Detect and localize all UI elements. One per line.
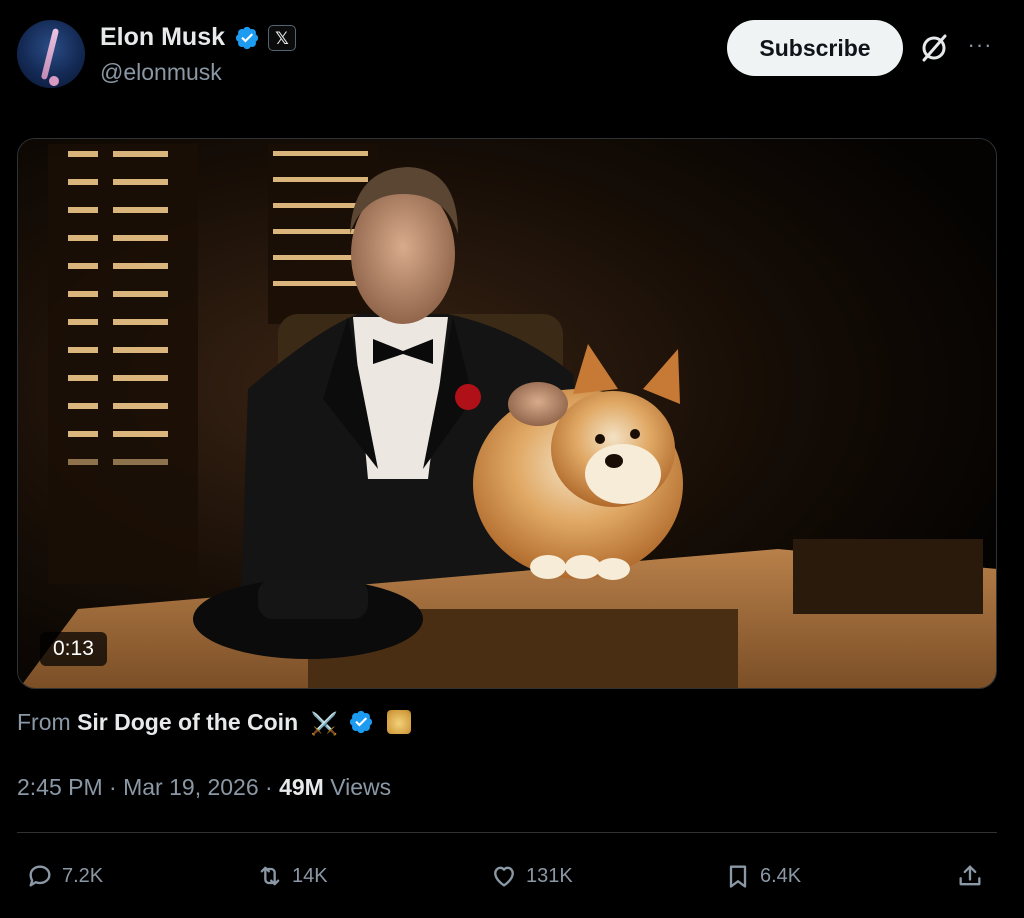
video-attribution: From Sir Doge of the Coin ⚔️ xyxy=(17,702,411,742)
crossed-swords-icon: ⚔️ xyxy=(310,710,338,736)
author-handle[interactable]: @elonmusk xyxy=(100,58,222,86)
repost-button[interactable]: 14K xyxy=(256,856,328,896)
heart-icon xyxy=(494,866,514,887)
grok-icon[interactable] xyxy=(916,30,952,66)
bookmark-icon xyxy=(729,865,747,888)
bookmark-count: 6.4K xyxy=(760,864,802,887)
video-duration-badge: 0:13 xyxy=(40,632,107,666)
views-count: 49M xyxy=(279,774,324,800)
attribution-source-name[interactable]: Sir Doge of the Coin xyxy=(77,709,298,735)
repost-icon xyxy=(260,866,280,886)
tweet-meta: 2:45 PM · Mar 19, 2026 · 49M Views xyxy=(17,768,391,806)
more-options-icon[interactable]: ··· xyxy=(962,30,998,66)
verified-badge-icon[interactable] xyxy=(234,25,260,51)
video-thumbnail xyxy=(18,139,996,688)
share-icon xyxy=(959,865,981,886)
divider xyxy=(17,832,997,833)
post-date[interactable]: Mar 19, 2026 xyxy=(123,774,259,800)
reply-icon xyxy=(29,865,51,887)
video-player[interactable] xyxy=(17,138,997,689)
x-affiliation-badge[interactable]: 𝕏 xyxy=(268,25,296,51)
author-avatar[interactable] xyxy=(17,20,85,88)
like-count: 131K xyxy=(526,864,573,887)
share-button[interactable] xyxy=(956,856,992,896)
views-label: Views xyxy=(330,774,392,800)
repost-count: 14K xyxy=(292,864,328,887)
doge-affiliation-badge-icon[interactable] xyxy=(386,709,411,734)
meta-separator: · xyxy=(265,774,273,800)
like-button[interactable]: 131K xyxy=(490,856,573,896)
meta-separator: · xyxy=(109,774,117,800)
reply-button[interactable]: 7.2K xyxy=(26,856,103,896)
rocket-icon xyxy=(40,28,60,80)
verified-badge-icon[interactable] xyxy=(348,709,374,735)
tweet-header: Elon Musk 𝕏 @elonmusk Subscribe ··· xyxy=(0,0,1024,120)
rocket-flame-icon xyxy=(47,74,61,88)
subscribe-button[interactable]: Subscribe xyxy=(727,20,903,76)
bookmark-button[interactable]: 6.4K xyxy=(724,856,801,896)
reply-count: 7.2K xyxy=(62,864,104,887)
attribution-prefix: From xyxy=(17,709,71,735)
post-time[interactable]: 2:45 PM xyxy=(17,774,103,800)
author-name[interactable]: Elon Musk xyxy=(100,22,225,52)
